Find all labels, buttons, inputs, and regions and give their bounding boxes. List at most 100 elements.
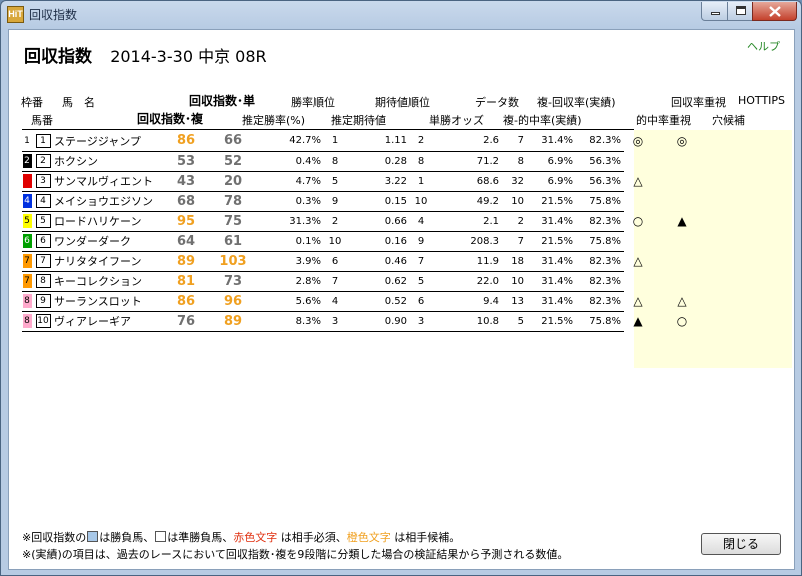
exp-rank: 6 [410, 291, 432, 312]
fuku-hit-rate: 21.5% [524, 311, 576, 332]
horse-name: キーコレクション [52, 271, 162, 292]
mark-kaishu: △ [633, 254, 643, 268]
mark-ana [712, 251, 762, 271]
data-count: 2 [502, 211, 524, 232]
index-tan: 89 [162, 251, 210, 272]
help-link[interactable]: ヘルプ [747, 38, 780, 54]
table-row[interactable]: 8 10 ヴィアレーギア 76 89 8.3% 3 0.90 3 10.8 5 21.5% 75.8% ▲… [22, 311, 762, 332]
client-area: 回収指数 2014-3-30 中京 08R ヘルプ 枠番 馬 名 回収指数･単 … [8, 29, 795, 570]
window-title: 回収指数 [29, 8, 78, 22]
data-count: 13 [502, 291, 524, 312]
fuku-return-rate: 56.3% [576, 171, 624, 192]
est-exp: 3.22 [346, 171, 410, 192]
header-divider [22, 129, 634, 130]
table-row[interactable]: 7 8 キーコレクション 81 73 2.8% 7 0.62 5 22.0 10 31.4% 82.3% [22, 271, 762, 292]
win-rank: 10 [324, 231, 346, 252]
table-row[interactable]: 1 1 ステージジャンプ 86 66 42.7% 1 1.11 2 2.6 7 31.4% 82.3% ◎… [22, 131, 762, 152]
est-win-pct: 5.6% [256, 291, 324, 312]
win-odds: 9.4 [432, 291, 502, 312]
est-exp: 0.90 [346, 311, 410, 332]
mark-kaishu: ◎ [632, 134, 644, 148]
mark-ana [712, 271, 762, 291]
mark-hottips [652, 251, 712, 271]
col-data-count: データ数 [475, 96, 519, 109]
horse-number: 7 [35, 254, 51, 268]
win-rank: 2 [324, 211, 346, 232]
col-kaishu-juushi: 回収率重視 [671, 96, 726, 109]
mark-kaishu [624, 231, 652, 251]
col-ana: 穴候補 [712, 114, 745, 127]
index-fuku: 61 [210, 231, 256, 252]
data-count: 18 [502, 251, 524, 272]
index-fuku: 20 [210, 171, 256, 192]
exp-rank: 2 [410, 131, 432, 152]
fuku-return-rate: 75.8% [576, 191, 624, 212]
race-name: 中京 08R [198, 47, 267, 66]
table-row[interactable]: 6 6 ワンダーダーク 64 61 0.1% 10 0.16 9 208.3 7 21.5% 75.8% [22, 231, 762, 252]
table-row[interactable]: 3 3 サンマルヴィエント 43 20 4.7% 5 3.22 1 68.6 32 6.9% 56.3%… [22, 171, 762, 192]
index-tan: 76 [162, 311, 210, 332]
fuku-return-rate: 75.8% [576, 311, 624, 332]
win-odds: 2.1 [432, 211, 502, 232]
index-tan: 53 [162, 151, 210, 172]
index-tan: 86 [162, 131, 210, 152]
fuku-hit-rate: 31.4% [524, 131, 576, 152]
mark-ana [712, 191, 762, 211]
fuku-hit-rate: 6.9% [524, 171, 576, 192]
frame-badge: 6 [22, 234, 32, 248]
horse-name: ロードハリケーン [52, 211, 162, 232]
horse-name: ホクシン [52, 151, 162, 172]
mark-kaishu: △ [633, 174, 643, 188]
mark-hottips [652, 171, 712, 191]
horse-name: ステージジャンプ [52, 131, 162, 152]
legend-red-text: 赤色文字 [233, 531, 278, 544]
est-exp: 0.16 [346, 231, 410, 252]
legend-orange-text: 橙色文字 [346, 531, 391, 544]
col-fuku-rate: 複-回収率(実績) [537, 96, 616, 109]
fuku-return-rate: 82.3% [576, 131, 624, 152]
index-fuku: 73 [210, 271, 256, 292]
table-row[interactable]: 4 4 メイショウエジソン 68 78 0.3% 9 0.15 10 49.2 10 21.5% 75.… [22, 191, 762, 212]
mark-hottips [652, 231, 712, 251]
index-fuku: 103 [210, 251, 256, 272]
horse-name: ヴィアレーギア [52, 311, 162, 332]
est-win-pct: 0.1% [256, 231, 324, 252]
fuku-return-rate: 82.3% [576, 211, 624, 232]
mark-hottips [652, 271, 712, 291]
table-row[interactable]: 5 5 ロードハリケーン 95 75 31.3% 2 0.66 4 2.1 2 31.4% 82.3% ○… [22, 211, 762, 232]
mark-hottips [652, 151, 712, 171]
race-date: 2014-3-30 [110, 47, 193, 66]
table-row[interactable]: 8 9 サーランスロット 86 96 5.6% 4 0.52 6 9.4 13 31.4% 82.3% △… [22, 291, 762, 312]
win-rank: 7 [324, 271, 346, 292]
horse-number: 10 [35, 314, 51, 328]
frame-badge: 3 [22, 174, 32, 188]
table-row[interactable]: 2 2 ホクシン 53 52 0.4% 8 0.28 8 71.2 8 6.9% 56.3% [22, 151, 762, 172]
est-win-pct: 2.8% [256, 271, 324, 292]
est-exp: 0.52 [346, 291, 410, 312]
col-index-fuku: 回収指数･複 [137, 112, 204, 126]
est-win-pct: 0.4% [256, 151, 324, 172]
horse-name: ワンダーダーク [52, 231, 162, 252]
close-button[interactable]: 閉じる [701, 533, 781, 555]
maximize-button[interactable] [727, 2, 753, 21]
mark-ana [712, 291, 762, 311]
col-teki-juushi: 的中率重視 [636, 114, 691, 127]
fuku-hit-rate: 6.9% [524, 151, 576, 172]
title-bar[interactable]: HiT 回収指数 [1, 1, 801, 28]
mark-ana [712, 171, 762, 191]
mark-ana [712, 131, 762, 151]
est-exp: 0.28 [346, 151, 410, 172]
exp-rank: 9 [410, 231, 432, 252]
legend-note: ※回収指数の は勝負馬、 は準勝負馬、赤色文字 は相手必須、橙色文字 は相手候補。 [22, 531, 461, 544]
win-odds: 11.9 [432, 251, 502, 272]
mark-hottips [652, 191, 712, 211]
minimize-button[interactable] [701, 2, 728, 21]
horse-table: 1 1 ステージジャンプ 86 66 42.7% 1 1.11 2 2.6 7 31.4% 82.3% ◎… [22, 131, 762, 332]
close-window-button[interactable] [752, 2, 797, 21]
win-odds: 49.2 [432, 191, 502, 212]
est-exp: 0.62 [346, 271, 410, 292]
horse-number: 1 [35, 133, 51, 148]
est-exp: 1.11 [346, 131, 410, 152]
index-tan: 43 [162, 171, 210, 192]
table-row[interactable]: 7 7 ナリタタイフーン 89 103 3.9% 6 0.46 7 11.9 18 31.4% 82.3… [22, 251, 762, 272]
